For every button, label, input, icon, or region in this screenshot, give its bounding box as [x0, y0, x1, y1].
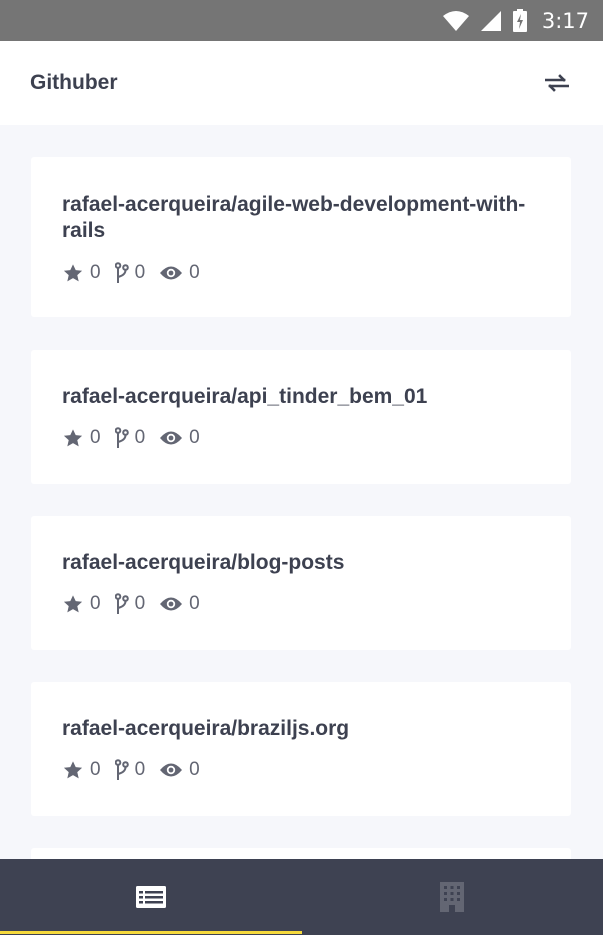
watchers-stat: 0 — [159, 262, 200, 284]
bottom-nav — [0, 859, 603, 935]
repo-list[interactable]: rafael-acerqueira/agile-web-development-… — [0, 125, 603, 859]
forks-count: 0 — [134, 759, 146, 780]
watchers-stat: 0 — [159, 759, 200, 781]
forks-stat: 0 — [114, 427, 146, 449]
watchers-stat: 0 — [159, 427, 200, 449]
forks-count: 0 — [134, 427, 146, 448]
repo-name: rafael-acerqueira/api_tinder_bem_01 — [62, 385, 428, 408]
watchers-count: 0 — [189, 427, 200, 448]
repo-card[interactable]: rafael-acerqueira/api_tinder_bem_01 0 0 … — [31, 350, 571, 484]
eye-icon — [160, 763, 183, 777]
battery-charging-icon — [512, 8, 527, 32]
repo-name: rafael-acerqueira/agile-web-development-… — [62, 193, 526, 242]
stars-count: 0 — [90, 262, 101, 283]
forks-count: 0 — [134, 262, 146, 283]
swap-button[interactable] — [541, 67, 573, 99]
app-title: Githuber — [30, 71, 118, 94]
forks-count: 0 — [134, 593, 146, 614]
stars-stat: 0 — [62, 593, 101, 615]
fork-icon — [114, 593, 129, 614]
fork-icon — [114, 262, 129, 283]
forks-stat: 0 — [114, 262, 146, 284]
swap-icon — [545, 74, 569, 92]
repo-stats: 0 0 0 — [62, 593, 540, 615]
repo-card-partial[interactable] — [31, 848, 571, 859]
star-icon — [63, 594, 83, 612]
watchers-count: 0 — [189, 593, 200, 614]
status-bar: 3:17 — [0, 0, 603, 41]
forks-stat: 0 — [114, 593, 146, 615]
fork-icon — [114, 759, 129, 780]
cell-signal-icon — [480, 10, 501, 31]
watchers-count: 0 — [189, 759, 200, 780]
repo-name: rafael-acerqueira/blog-posts — [62, 551, 345, 574]
stars-stat: 0 — [62, 262, 101, 284]
stars-count: 0 — [90, 427, 101, 448]
list-icon — [135, 886, 166, 908]
star-icon — [63, 428, 83, 446]
wifi-icon — [442, 10, 469, 31]
repo-card[interactable]: rafael-acerqueira/agile-web-development-… — [31, 157, 571, 317]
star-icon — [63, 263, 83, 281]
watchers-stat: 0 — [159, 593, 200, 615]
app-bar: Githuber — [0, 41, 603, 125]
stars-count: 0 — [90, 759, 101, 780]
repo-stats: 0 0 0 — [62, 759, 540, 781]
eye-icon — [160, 431, 183, 445]
watchers-count: 0 — [189, 262, 200, 283]
star-icon — [63, 760, 83, 778]
repo-name: rafael-acerqueira/braziljs.org — [62, 717, 350, 740]
fork-icon — [114, 427, 129, 448]
tab-organizations[interactable] — [302, 859, 603, 935]
stars-stat: 0 — [62, 427, 101, 449]
repo-stats: 0 0 0 — [62, 262, 540, 284]
forks-stat: 0 — [114, 759, 146, 781]
stars-stat: 0 — [62, 759, 101, 781]
tab-repositories[interactable] — [0, 859, 302, 935]
status-time: 3:17 — [541, 8, 589, 33]
repo-card[interactable]: rafael-acerqueira/blog-posts 0 0 0 — [31, 516, 571, 650]
stars-count: 0 — [90, 593, 101, 614]
repo-stats: 0 0 0 — [62, 427, 540, 449]
repo-card[interactable]: rafael-acerqueira/braziljs.org 0 0 0 — [31, 682, 571, 816]
eye-icon — [160, 266, 183, 280]
building-icon — [440, 882, 465, 912]
eye-icon — [160, 597, 183, 611]
